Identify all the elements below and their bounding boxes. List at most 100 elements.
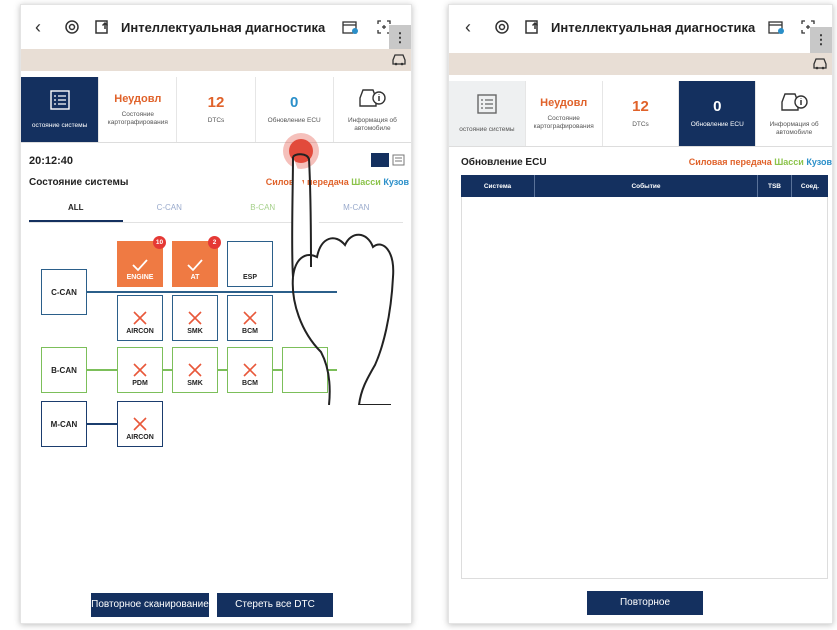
col-system: Система (461, 175, 535, 197)
error-x-icon (133, 311, 147, 325)
scan-time: 20:12:40 (29, 155, 74, 167)
ecu-pdm[interactable]: PDM (117, 347, 163, 393)
tile-label: DTCs (207, 117, 225, 124)
tile-value: 0 (290, 94, 299, 111)
dtc-count-badge: 10 (153, 236, 166, 249)
app-title: Интеллектуальная диагностика (551, 19, 756, 35)
screen-ecu-update: ‹ Интеллектуальная диагностика ⋮ остояни… (448, 4, 833, 624)
ecu-aircon-m[interactable]: AIRCON (117, 401, 163, 447)
tile-label: Обновление ECU (690, 121, 744, 128)
diagnostics-gear-icon[interactable] (59, 14, 85, 40)
checklist-icon (48, 89, 72, 116)
col-tsb: TSB (758, 175, 792, 197)
summary-tiles: остояние системы Неудовл Состояние карто… (449, 81, 832, 147)
ecu-engine[interactable]: 10 ENGINE (117, 236, 166, 287)
tile-value: Неудовл (114, 92, 162, 105)
tile-label: DTCs (632, 121, 649, 128)
app-bar: ‹ Интеллектуальная диагностика ⋮ (449, 5, 832, 53)
ecu-update-table-body (461, 197, 828, 579)
col-event: Событие (535, 175, 758, 197)
filter-legend: Силовая передача Шасси Кузов (689, 157, 832, 167)
tile-label: остояние системы (459, 126, 515, 133)
section-title: Обновление ECU (461, 157, 547, 168)
ecu-smk-b[interactable]: SMK (172, 347, 218, 393)
ecu-label: ENGINE (126, 274, 154, 281)
ecu-update-table-header: Система Событие TSB Соед. (461, 175, 828, 197)
tile-vehicle-info[interactable]: Информация об автомобиле (756, 81, 832, 146)
tile-label: Обновление ECU (267, 117, 321, 124)
check-icon (132, 259, 148, 272)
check-icon (187, 259, 203, 272)
tile-value: 12 (207, 94, 225, 111)
more-menu-icon[interactable]: ⋮ (389, 25, 411, 51)
error-x-icon (188, 363, 202, 377)
car-info-icon (779, 90, 809, 119)
tile-dtcs[interactable]: 12 DTCs (603, 81, 680, 146)
ecu-upload-icon[interactable] (89, 14, 115, 40)
error-x-icon (188, 311, 202, 325)
ecu-bcm-b[interactable]: BCM (227, 347, 273, 393)
calendar-icon[interactable] (763, 14, 789, 40)
bus-b-can: B-CAN (41, 347, 87, 393)
ecu-label: AT (190, 274, 200, 281)
dtc-count-badge: 2 (208, 236, 221, 249)
tile-system-status[interactable]: остояние системы (21, 77, 100, 142)
ecu-label: SMK (187, 380, 203, 387)
bus-m-can: M-CAN (41, 401, 87, 447)
more-menu-icon[interactable]: ⋮ (810, 27, 832, 53)
app-bar: ‹ Интеллектуальная диагностика ⋮ (21, 5, 411, 51)
section-title: Состояние системы (29, 177, 129, 188)
filter-chassis[interactable]: Шасси (774, 157, 804, 167)
tile-ecu-update[interactable]: 0 Обновление ECU (679, 81, 757, 146)
error-x-icon (243, 363, 257, 377)
ecu-bcm-c[interactable]: BCM (227, 295, 273, 341)
error-x-icon (133, 363, 147, 377)
vehicle-banner (21, 49, 411, 71)
tab-all[interactable]: ALL (29, 197, 123, 222)
ecu-upload-icon[interactable] (519, 14, 545, 40)
calendar-icon[interactable] (337, 14, 363, 40)
car-icon (391, 52, 407, 71)
error-x-icon (133, 417, 147, 431)
error-x-icon (243, 311, 257, 325)
tile-dtcs[interactable]: 12 DTCs (177, 77, 256, 142)
tile-mapping-state[interactable]: Неудовл Состояние картографирования (99, 77, 178, 142)
back-icon[interactable]: ‹ (455, 17, 481, 38)
ecu-label: AIRCON (126, 434, 154, 441)
m-can-bus-line (87, 423, 117, 425)
tile-label: Информация об автомобиле (769, 121, 819, 136)
checklist-icon (475, 93, 499, 120)
tile-label: Состояние картографирования (107, 110, 168, 126)
car-info-icon (357, 86, 387, 115)
ecu-smk-c[interactable]: SMK (172, 295, 218, 341)
ecu-label: BCM (242, 328, 258, 335)
ecu-at[interactable]: 2 AT (172, 236, 221, 287)
filter-powertrain[interactable]: Силовая передача (689, 157, 772, 167)
ecu-label: PDM (132, 380, 148, 387)
rescan-button[interactable]: Повторное сканирование (91, 593, 209, 617)
back-icon[interactable]: ‹ (25, 17, 51, 38)
tile-value: Неудовл (540, 96, 588, 109)
ecu-esp[interactable]: ESP (227, 241, 273, 287)
col-connection: Соед. (800, 182, 820, 190)
ecu-label: AIRCON (126, 328, 154, 335)
clear-all-dtc-button[interactable]: Стереть все DTC (217, 593, 333, 617)
vehicle-banner (449, 53, 832, 75)
tile-label: Состояние картографирования (533, 114, 594, 130)
tile-system-status[interactable]: остояние системы (449, 81, 526, 146)
car-icon (812, 56, 828, 75)
rescan-button[interactable]: Повторное сканирование (587, 591, 703, 623)
tile-value: 12 (632, 98, 649, 115)
tile-mapping-state[interactable]: Неудовл Состояние картографирования (526, 81, 603, 146)
bus-c-can: C-CAN (41, 269, 87, 315)
screen-system-status: ‹ Интеллектуальная диагностика ⋮ остояни… (20, 4, 412, 624)
filter-body[interactable]: Кузов (806, 157, 832, 167)
ecu-label: SMK (187, 328, 203, 335)
ecu-label: BCM (242, 380, 258, 387)
tile-label: остояние системы (31, 122, 88, 129)
ecu-aircon-c[interactable]: AIRCON (117, 295, 163, 341)
diagnostics-gear-icon[interactable] (489, 14, 515, 40)
tap-gesture-hand-icon (283, 133, 395, 405)
ecu-label: ESP (242, 274, 257, 281)
tab-c-can[interactable]: C-CAN (123, 197, 217, 222)
